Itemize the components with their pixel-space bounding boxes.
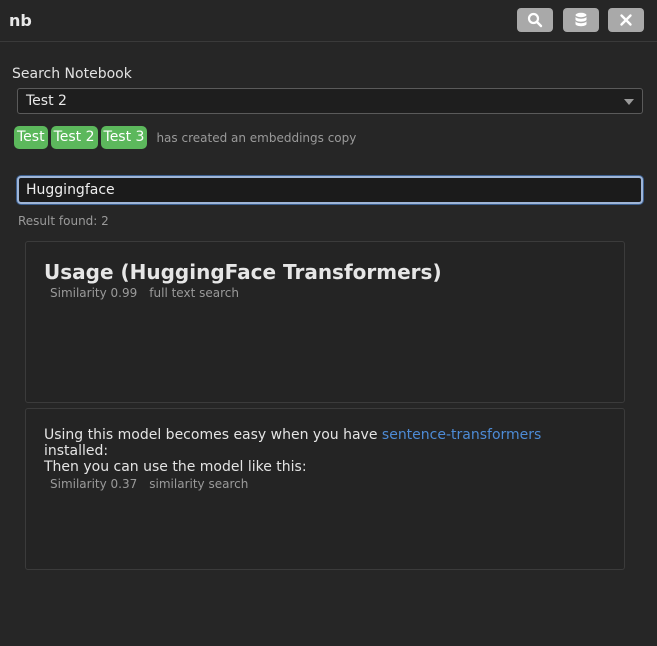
result-heading: Usage (HuggingFace Transformers) xyxy=(44,260,442,284)
notebook-tag: Test 2 xyxy=(50,126,98,149)
search-icon xyxy=(527,12,543,28)
result-card[interactable]: Usage (HuggingFace Transformers) Similar… xyxy=(25,241,625,403)
search-button[interactable] xyxy=(517,8,553,32)
search-method: full text search xyxy=(149,286,239,300)
embeddings-note: has created an embeddings copy xyxy=(156,130,357,145)
result-meta: Similarity 0.99 full text search xyxy=(50,286,251,300)
search-method: similarity search xyxy=(149,477,249,491)
database-icon xyxy=(575,12,587,27)
result-text-part: installed: xyxy=(44,443,109,459)
result-text-part: Using this model becomes easy when you h… xyxy=(44,427,382,443)
result-card[interactable]: Using this model becomes easy when you h… xyxy=(25,408,625,570)
notebook-tag: Test xyxy=(14,126,48,149)
title-bar: nb xyxy=(0,0,657,42)
result-meta: Similarity 0.37 similarity search xyxy=(50,477,260,491)
result-text: Using this model becomes easy when you h… xyxy=(44,427,614,475)
notebook-tag: Test 3 xyxy=(100,126,148,149)
sentence-transformers-link[interactable]: sentence-transformers xyxy=(382,427,541,443)
notebook-select[interactable]: Test 2 xyxy=(17,88,643,114)
database-button[interactable] xyxy=(563,8,599,32)
close-button[interactable] xyxy=(608,8,644,32)
similarity-score: Similarity 0.37 xyxy=(50,477,138,491)
chevron-down-icon xyxy=(624,99,634,105)
embeddings-tag-list: Test Test 2 Test 3 has created an embedd… xyxy=(14,126,356,149)
app-title: nb xyxy=(9,11,32,30)
result-count: Result found: 2 xyxy=(18,214,109,228)
search-input[interactable] xyxy=(17,176,643,204)
result-text-line: Then you can use the model like this: xyxy=(44,459,307,475)
search-notebook-label: Search Notebook xyxy=(12,66,132,82)
similarity-score: Similarity 0.99 xyxy=(50,286,138,300)
close-icon xyxy=(620,14,632,26)
notebook-select-value: Test 2 xyxy=(26,93,67,109)
